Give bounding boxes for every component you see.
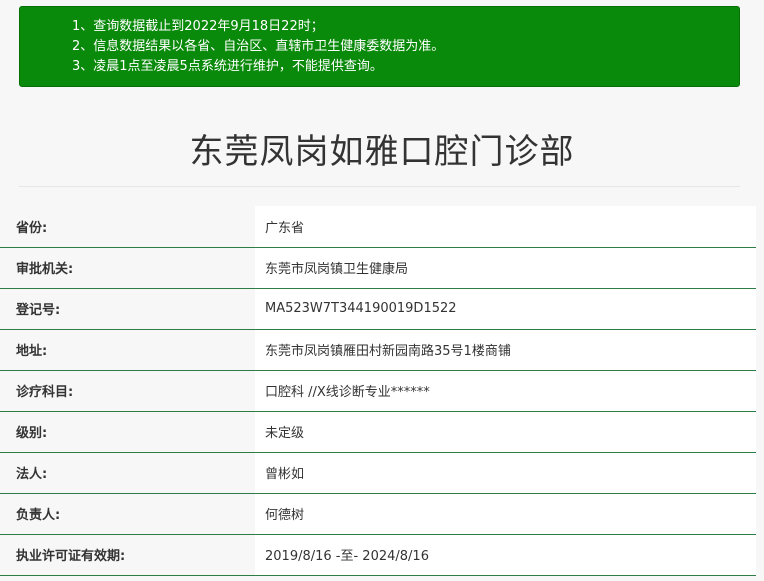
row-value: 东莞市凤岗镇雁田村新园南路35号1楼商铺 [255, 329, 756, 370]
table-row: 负责人: 何德树 [0, 493, 756, 534]
notice-line: 1、查询数据截止到2022年9月18日22时； [72, 19, 324, 34]
row-value: 口腔科 //X线诊断专业****** [255, 370, 756, 411]
table-row: 地址: 东莞市凤岗镇雁田村新园南路35号1楼商铺 [0, 329, 756, 370]
row-label: 诊疗科目: [0, 370, 255, 411]
row-value: 曾彬如 [255, 452, 756, 493]
row-label: 登记号: [0, 288, 255, 329]
table-row: 省份: 广东省 [0, 206, 756, 247]
row-value: 东莞市凤岗镇卫生健康局 [255, 247, 756, 288]
notice-banner: 1、查询数据截止到2022年9月18日22时； 2、信息数据结果以各省、自治区、… [19, 6, 740, 87]
row-value: 广东省 [255, 206, 756, 247]
row-value: 何德树 [255, 493, 756, 534]
row-label: 地址: [0, 329, 255, 370]
row-label: 省份: [0, 206, 255, 247]
row-value: 未定级 [255, 411, 756, 452]
row-value: 2019/8/16 -至- 2024/8/16 [255, 534, 756, 575]
row-label: 级别: [0, 411, 255, 452]
row-value: MA523W7T344190019D1522 [255, 288, 756, 329]
table-row: 级别: 未定级 [0, 411, 756, 452]
table-row: 法人: 曾彬如 [0, 452, 756, 493]
page-title: 东莞凤岗如雅口腔门诊部 [189, 132, 575, 172]
notice-line: 3、凌晨1点至凌晨5点系统进行维护，不能提供查询。 [72, 59, 383, 74]
row-label: 审批机关: [0, 247, 255, 288]
table-row: 执业许可证有效期: 2019/8/16 -至- 2024/8/16 [0, 534, 756, 575]
title-divider [19, 186, 740, 187]
row-label: 法人: [0, 452, 255, 493]
row-label: 负责人: [0, 493, 255, 534]
notice-line: 2、信息数据结果以各省、自治区、直辖市卫生健康委数据为准。 [72, 39, 445, 54]
info-table: 省份: 广东省 审批机关: 东莞市凤岗镇卫生健康局 登记号: MA523W7T3… [0, 206, 756, 576]
table-row: 审批机关: 东莞市凤岗镇卫生健康局 [0, 247, 756, 288]
table-row: 诊疗科目: 口腔科 //X线诊断专业****** [0, 370, 756, 411]
table-row: 登记号: MA523W7T344190019D1522 [0, 288, 756, 329]
row-label: 执业许可证有效期: [0, 534, 255, 575]
